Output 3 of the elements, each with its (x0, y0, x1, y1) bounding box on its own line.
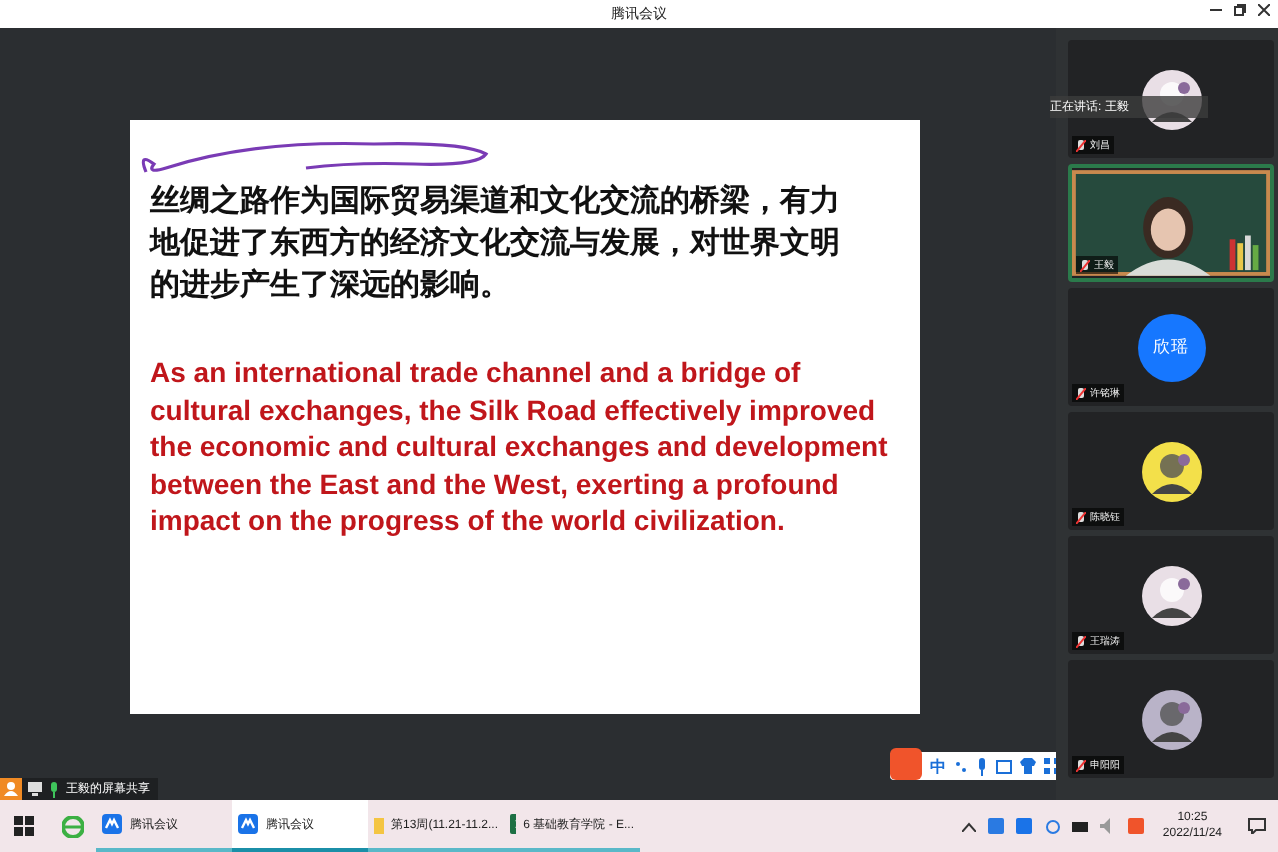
chinese-text: 丝绸之路作为国际贸易渠道和文化交流的桥梁，有力地促进了东西方的经济文化交流与发展，对世界文明的进步产生了深远的影响。 (150, 182, 842, 306)
initials-avatar: 欣瑶 (1137, 313, 1205, 381)
english-text: As an international trade channel and a bridge of cultural exchanges, the Silk Road effectively improved the economic and cultural exchanges and development between the East and the West, exerting a profound impact on the progress of the world civilization. (150, 354, 890, 539)
